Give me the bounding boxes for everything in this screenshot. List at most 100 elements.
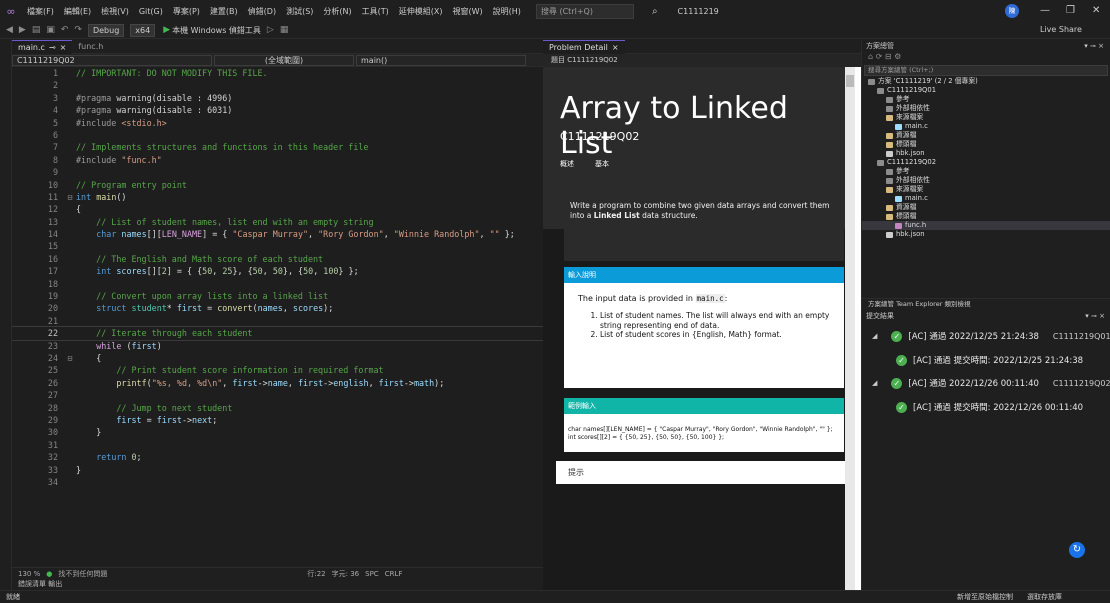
menu-item[interactable]: 分析(N)	[318, 6, 356, 17]
save-icon[interactable]: ▣	[46, 25, 55, 35]
code-line[interactable]: 33}	[12, 464, 543, 476]
code-line[interactable]: 14 char names[][LEN_NAME] = { "Caspar Mu…	[12, 228, 543, 240]
new-item-icon[interactable]: ▤	[32, 25, 41, 35]
code-line[interactable]: 10 // Program entry point	[12, 179, 543, 191]
menu-item[interactable]: 延伸模組(X)	[394, 6, 448, 17]
issues-status[interactable]: 找不到任何問題	[58, 569, 107, 579]
undo-icon[interactable]: ↶	[61, 25, 69, 35]
code-line[interactable]: 3 #pragma warning(disable : 4996)	[12, 92, 543, 104]
tab-main-c[interactable]: main.c ⊸ ×	[12, 39, 73, 54]
code-line[interactable]: 9	[12, 166, 543, 178]
restore-icon[interactable]: ❐	[1066, 5, 1075, 16]
code-line[interactable]: 11 ⊟ int main()	[12, 191, 543, 203]
code-line[interactable]: 26 printf("%s, %d, %d\n", first->name, f…	[12, 377, 543, 389]
member-dropdown[interactable]: main()	[356, 54, 526, 66]
add-source-control-button[interactable]: 新增至原始檔控制	[957, 591, 1013, 603]
code-line[interactable]: 18	[12, 278, 543, 290]
collapse-arrow-icon[interactable]: ◢	[872, 379, 877, 387]
tree-item[interactable]: 來源檔案	[862, 185, 1110, 194]
indent-mode[interactable]: SPC	[365, 570, 379, 578]
sync-icon[interactable]: ⟳	[876, 52, 883, 61]
avatar[interactable]: 陳	[1005, 4, 1019, 18]
tree-item[interactable]: 參考	[862, 95, 1110, 104]
toolbar-misc-icon[interactable]: ▦	[280, 25, 289, 35]
close-tab-icon[interactable]: ×	[612, 41, 619, 54]
back-icon[interactable]: ◀	[6, 25, 13, 35]
hint-section[interactable]: 提示	[556, 461, 845, 484]
code-line[interactable]: 8 #include "func.h"	[12, 154, 543, 166]
pin-icon[interactable]: ⊸	[49, 41, 56, 54]
code-line[interactable]: 23 while (first)	[12, 340, 543, 352]
code-line[interactable]: 7 // Implements structures and functions …	[12, 141, 543, 153]
code-line[interactable]: 13 // List of student names, list end wi…	[12, 216, 543, 228]
start-without-debug-icon[interactable]: ▷	[267, 25, 274, 35]
code-line[interactable]: 34	[12, 476, 543, 488]
output-tabs[interactable]: 錯誤清單 輸出	[12, 579, 543, 590]
menu-item[interactable]: 視窗(W)	[448, 6, 488, 17]
code-line[interactable]: 1 // IMPORTANT: DO NOT MODIFY THIS FILE.	[12, 67, 543, 79]
tree-item[interactable]: main.c	[862, 194, 1110, 203]
code-line[interactable]: 16 // The English and Math score of each…	[12, 253, 543, 265]
code-line[interactable]: 19 // Convert upon array lists into a li…	[12, 290, 543, 302]
code-line[interactable]: 30 }	[12, 426, 543, 438]
code-line[interactable]: 6	[12, 129, 543, 141]
scroll-thumb[interactable]	[846, 75, 854, 87]
menu-item[interactable]: 專案(P)	[168, 6, 205, 17]
result-group-q01[interactable]: ◢ ✓ [AC] 通過 2022/12/25 21:24:38 C1111219Q01	[872, 330, 1110, 342]
result-entry[interactable]: ✓ [AC] 通過 提交時間: 2022/12/25 21:24:38	[896, 354, 1083, 366]
menu-item[interactable]: Git(G)	[134, 7, 168, 16]
code-line[interactable]: 17 int scores[][2] = { {50, 25}, {50, 50…	[12, 265, 543, 277]
forward-icon[interactable]: ▶	[19, 25, 26, 35]
search-icon[interactable]: ⌕	[652, 6, 658, 17]
tree-item[interactable]: hbk.json	[862, 230, 1110, 239]
code-area[interactable]: 1 // IMPORTANT: DO NOT MODIFY THIS FILE. 2…	[12, 67, 543, 562]
code-line[interactable]: 20 struct student* first = convert(names…	[12, 302, 543, 314]
menu-item[interactable]: 檢視(V)	[96, 6, 134, 17]
tree-item[interactable]: 資源檔	[862, 203, 1110, 212]
result-entry[interactable]: ✓ [AC] 通過 提交時間: 2022/12/26 00:11:40	[896, 401, 1083, 413]
settings-icon[interactable]: ⚙	[894, 52, 901, 61]
code-line[interactable]: 21	[12, 315, 543, 327]
code-line[interactable]: 2	[12, 79, 543, 91]
tree-item[interactable]: 資源檔	[862, 131, 1110, 140]
menu-item[interactable]: 偵錯(D)	[243, 6, 281, 17]
project-dropdown[interactable]: C1111219Q02	[12, 54, 212, 66]
tab-problem-detail[interactable]: Problem Detail ×	[543, 39, 625, 54]
code-line[interactable]: 29 first = first->next;	[12, 414, 543, 426]
fold-icon[interactable]: ⊟	[64, 352, 76, 364]
live-share-button[interactable]: Live Share	[1040, 25, 1082, 34]
tree-item[interactable]: 來源檔案	[862, 113, 1110, 122]
result-group-q02[interactable]: ◢ ✓ [AC] 通過 2022/12/26 00:11:40 C1111219Q02	[872, 377, 1110, 389]
solution-bottom-tabs[interactable]: 方案總管 Team Explorer 類別檢視	[862, 298, 1110, 308]
code-line[interactable]: 22 // Iterate through each student	[12, 326, 543, 341]
tree-item[interactable]: 參考	[862, 167, 1110, 176]
code-line[interactable]: 31	[12, 439, 543, 451]
problem-scrollbar[interactable]	[845, 67, 855, 590]
tree-item[interactable]: hbk.json	[862, 149, 1110, 158]
menu-item[interactable]: 檔案(F)	[22, 6, 59, 17]
collapse-icon[interactable]: ⊟	[885, 52, 892, 61]
tab-overview[interactable]: 概述	[560, 159, 574, 169]
search-input[interactable]: 搜尋 (Ctrl+Q)	[535, 3, 634, 19]
tree-item[interactable]: 外部相依性	[862, 104, 1110, 113]
menu-item[interactable]: 說明(H)	[488, 6, 526, 17]
code-line[interactable]: 5 #include <stdio.h>	[12, 117, 543, 129]
menu-item[interactable]: 建置(B)	[205, 6, 243, 17]
tree-item[interactable]: 標頭檔	[862, 212, 1110, 221]
menu-item[interactable]: 測試(S)	[281, 6, 318, 17]
tree-item[interactable]: 標頭檔	[862, 140, 1110, 149]
platform-select[interactable]: x64	[130, 23, 156, 37]
home-icon[interactable]: ⌂	[868, 52, 873, 61]
panel-options-icon[interactable]: ▾ ⊸ ×	[1085, 310, 1105, 322]
code-line[interactable]: 24 ⊟ {	[12, 352, 543, 364]
code-line[interactable]: 25 // Print student score information in…	[12, 364, 543, 376]
code-line[interactable]: 32 return 0;	[12, 451, 543, 463]
refresh-icon[interactable]: ↻	[1069, 542, 1085, 558]
line-ending[interactable]: CRLF	[385, 570, 403, 578]
start-debug-button[interactable]: 本機 Windows 偵錯工具	[172, 25, 261, 36]
tree-item[interactable]: C1111219Q02	[862, 158, 1110, 167]
start-debug-icon[interactable]: ▶	[163, 25, 170, 35]
menu-item[interactable]: 工具(T)	[357, 6, 394, 17]
tree-item[interactable]: 方案 'C1111219' (2 / 2 個專案)	[862, 77, 1110, 86]
collapse-arrow-icon[interactable]: ◢	[872, 332, 877, 340]
